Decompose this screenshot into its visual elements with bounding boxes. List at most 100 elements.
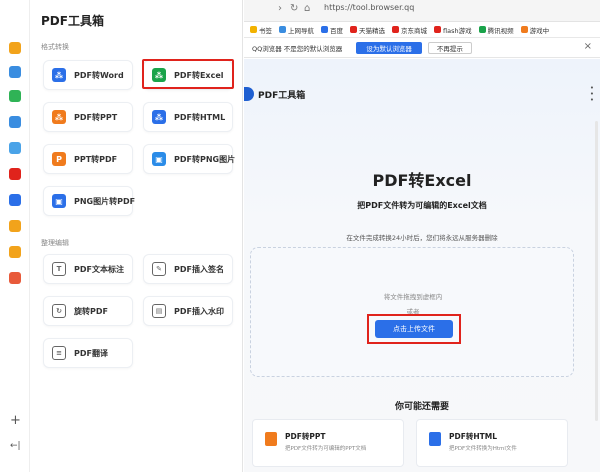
app-orange-icon[interactable] [9, 42, 21, 54]
set-default-browser-button[interactable]: 设为默认浏览器 [356, 41, 422, 54]
browser-toolbar: › ↻ ⌂ https://tool.browser.qq [244, 0, 600, 22]
app-search-icon[interactable] [9, 220, 21, 232]
app-translate-icon[interactable] [9, 116, 21, 128]
bookmark-item[interactable]: 京东商城 [392, 25, 427, 35]
nav-icon [279, 26, 286, 33]
side-rail: + ←| [0, 0, 30, 472]
app-wechat-icon[interactable] [9, 90, 21, 102]
bookmark-item[interactable]: 天猫精选 [350, 25, 385, 35]
section-label-edit: 整理编辑 [41, 239, 69, 247]
app-note-icon[interactable] [9, 246, 21, 258]
retention-note: 在文件完成转换24小时后，您们将永远从服务器删除 [346, 234, 498, 242]
tool-pdf-to-png[interactable]: ▣ PDF转PNG图片 [143, 144, 236, 174]
default-browser-notice: QQ浏览器 不是您的默认浏览器 设为默认浏览器 不再提示 × [244, 38, 600, 58]
tool-label: PDF文本标注 [74, 264, 124, 274]
collapse-icon[interactable]: ←| [10, 440, 21, 453]
no-remind-button[interactable]: 不再提示 [427, 41, 472, 54]
page-scrollbar[interactable] [595, 121, 598, 421]
highlight-upload-button [367, 314, 461, 344]
tool-ppt-to-pdf[interactable]: P PPT转PDF [43, 144, 133, 174]
tool-rotate-pdf[interactable]: ↻ 旋转PDF [43, 296, 133, 326]
bookmark-item[interactable]: flash游戏 [434, 25, 472, 35]
suggestion-card-pdf-to-html[interactable]: PDF转HTML 把PDF文件转换为Html文件 [416, 419, 568, 467]
tool-pdf-to-ppt[interactable]: ⁂ PDF转PPT [43, 102, 133, 132]
tool-pdf-to-word[interactable]: ⁂ PDF转Word [43, 60, 133, 90]
tmall-icon [350, 26, 357, 33]
bookmark-label: flash游戏 [443, 26, 472, 35]
tool-pdf-insert-watermark[interactable]: ▤ PDF插入水印 [143, 296, 233, 326]
bookmark-item[interactable]: 腾讯视频 [478, 25, 514, 35]
tool-label: PDF转PNG图片 [174, 154, 236, 164]
ppt-icon: P [52, 152, 66, 166]
bookmarks-bar: 书签 上网导航 百度 天猫精选 京东商城 flash游戏 腾讯视频 游戏中 [244, 22, 600, 38]
rotate-icon: ↻ [52, 304, 66, 318]
translate-icon: ≡ [52, 346, 66, 360]
pdf-toolbox-panel: PDF工具箱 格式转换 ⁂ PDF转Word ⁂ PDF转Excel ⁂ PDF转PPT ⁂… [31, 0, 243, 472]
tool-label: PNG图片转PDF [74, 196, 136, 206]
tool-label: PDF翻译 [74, 348, 108, 358]
more-menu-icon[interactable]: • • • [590, 85, 594, 104]
highlight-pdf-to-excel [142, 59, 234, 89]
tool-label: PDF插入水印 [174, 306, 224, 316]
bookmark-item[interactable]: 游戏中 [520, 25, 549, 35]
pdf-icon: ⁂ [52, 68, 66, 82]
file-dropzone[interactable]: 将文件拖拽到虚框内 或者 点击上传文件 [250, 247, 574, 377]
close-icon[interactable]: × [584, 42, 592, 52]
home-icon[interactable]: ⌂ [304, 4, 310, 14]
video-icon [478, 26, 486, 33]
suggestion-name: PDF转PPT [285, 432, 326, 441]
image-icon: ▣ [52, 194, 66, 208]
browser-window: › ↻ ⌂ https://tool.browser.qq 书签 上网导航 百度 天猫… [244, 0, 600, 472]
forward-icon[interactable]: › [278, 4, 282, 14]
app-blue-icon[interactable] [9, 66, 21, 78]
tool-label: PDF转Word [74, 70, 124, 80]
add-icon[interactable]: + [10, 414, 21, 427]
tool-label: 旋转PDF [74, 306, 108, 316]
logo-text: PDF工具箱 [258, 90, 306, 101]
section-label-convert: 格式转换 [41, 43, 69, 51]
screenshot-frame: + ←| PDF工具箱 格式转换 ⁂ PDF转Word ⁂ PDF转Excel ⁂ PDF… [0, 0, 600, 472]
tool-pdf-insert-signature[interactable]: ✎ PDF插入签名 [143, 254, 233, 284]
site-logo[interactable]: PDF工具箱 [244, 87, 305, 101]
tool-label: PDF插入签名 [174, 264, 224, 274]
signature-icon: ✎ [152, 262, 166, 276]
baidu-icon [321, 26, 328, 33]
bookmark-item[interactable]: 百度 [321, 25, 343, 35]
drop-hint: 将文件拖拽到虚框内 [383, 293, 443, 301]
bookmark-item[interactable]: 上网导航 [279, 25, 314, 35]
html-icon [429, 432, 441, 446]
image-icon: ▣ [152, 152, 166, 166]
bookmark-label: 腾讯视频 [487, 26, 514, 35]
bookmark-label: 书签 [259, 26, 272, 35]
refresh-icon[interactable]: ↻ [290, 4, 298, 14]
flash-icon [434, 26, 441, 33]
suggestion-card-pdf-to-ppt[interactable]: PDF转PPT 把PDF文件转为可编辑的PPT文档 [252, 419, 404, 467]
bookmark-label: 京东商城 [401, 26, 427, 35]
tool-pdf-translate[interactable]: ≡ PDF翻译 [43, 338, 133, 368]
suggestion-desc: 把PDF文件转为可编辑的PPT文档 [285, 446, 367, 452]
watermark-icon: ▤ [152, 304, 166, 318]
suggestions-title: 你可能还需要 [394, 402, 449, 412]
panel-title: PDF工具箱 [41, 14, 104, 28]
ppt-icon [265, 432, 277, 446]
pdf-icon: ⁂ [152, 110, 166, 124]
tool-png-to-pdf[interactable]: ▣ PNG图片转PDF [43, 186, 136, 216]
jd-icon [392, 26, 399, 33]
bookmark-label: 百度 [330, 26, 343, 35]
page-subtitle: 把PDF文件转为可编辑的Excel文档 [357, 201, 487, 210]
bookmark-label: 天猫精选 [359, 26, 385, 35]
address-bar[interactable]: https://tool.browser.qq [324, 3, 534, 17]
tool-pdf-to-html[interactable]: ⁂ PDF转HTML [143, 102, 233, 132]
page-title: PDF转Excel [372, 171, 472, 190]
app-photo-icon[interactable] [9, 272, 21, 284]
suggestion-desc: 把PDF文件转换为Html文件 [449, 446, 517, 452]
tool-label: PDF转HTML [174, 112, 226, 122]
app-document-icon[interactable] [9, 194, 21, 206]
tool-pdf-text-annotate[interactable]: T PDF文本标注 [43, 254, 133, 284]
suggestion-name: PDF转HTML [449, 432, 497, 441]
bookmark-item[interactable]: 书签 [250, 25, 272, 35]
app-pdf-icon[interactable] [9, 168, 21, 180]
text-annotate-icon: T [52, 262, 66, 276]
app-cloud-icon[interactable] [9, 142, 21, 154]
notice-text: QQ浏览器 不是您的默认浏览器 [252, 44, 343, 53]
